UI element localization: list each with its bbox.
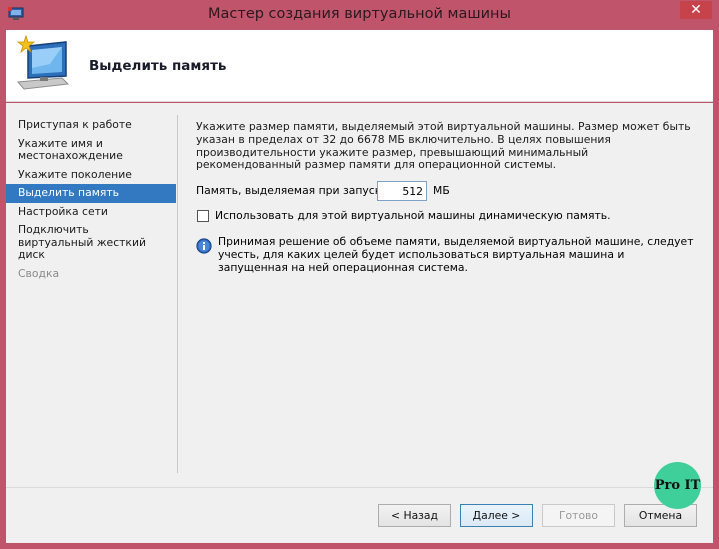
nav-divider [177, 115, 178, 473]
nav-item-name-location[interactable]: Укажите имя и местонахождение [6, 135, 176, 166]
startup-memory-row: Память, выделяемая при запуске: МБ [196, 181, 696, 201]
finish-button: Готово [542, 504, 615, 527]
dynamic-memory-checkbox[interactable] [197, 210, 209, 222]
close-button[interactable]: ✕ [680, 1, 712, 19]
wizard-header: Выделить память [6, 30, 713, 102]
nav-item-connect-vhd[interactable]: Подключить виртуальный жесткий диск [6, 221, 176, 265]
memory-settings-panel: Укажите размер памяти, выделяемый этой в… [196, 120, 696, 273]
info-text: Принимая решение об объеме памяти, выдел… [218, 235, 694, 274]
dynamic-memory-label[interactable]: Использовать для этой виртуальной машины… [215, 209, 611, 222]
wizard-window: Мастер создания виртуальной машины ✕ Выд… [0, 0, 719, 549]
info-icon [196, 238, 212, 254]
virtual-machine-monitor-icon [16, 34, 70, 90]
nav-item-getting-started[interactable]: Приступая к работе [6, 116, 176, 135]
memory-unit-label: МБ [433, 184, 450, 197]
wizard-steps-nav: Приступая к работе Укажите имя и местона… [6, 116, 176, 283]
startup-memory-label: Память, выделяемая при запуске: [196, 184, 392, 197]
nav-item-assign-memory[interactable]: Выделить память [6, 184, 176, 203]
title-bar[interactable]: Мастер создания виртуальной машины ✕ [0, 0, 719, 30]
dynamic-memory-row[interactable]: Использовать для этой виртуальной машины… [196, 209, 696, 223]
next-button[interactable]: Далее > [460, 504, 533, 527]
cancel-button[interactable]: Отмена [624, 504, 697, 527]
wizard-body: Приступая к работе Укажите имя и местона… [6, 103, 713, 487]
startup-memory-input[interactable] [377, 181, 427, 201]
nav-item-generation[interactable]: Укажите поколение [6, 166, 176, 185]
nav-item-summary: Сводка [18, 266, 60, 280]
nav-item-networking[interactable]: Настройка сети [6, 203, 176, 222]
memory-description: Укажите размер памяти, выделяемый этой в… [196, 120, 691, 172]
wizard-footer: < Назад Далее > Готово Отмена [6, 487, 713, 543]
back-button[interactable]: < Назад [378, 504, 451, 527]
page-title: Выделить память [89, 58, 227, 74]
pro-it-watermark-badge: Pro IT [654, 462, 701, 509]
window-title: Мастер создания виртуальной машины [208, 6, 511, 22]
